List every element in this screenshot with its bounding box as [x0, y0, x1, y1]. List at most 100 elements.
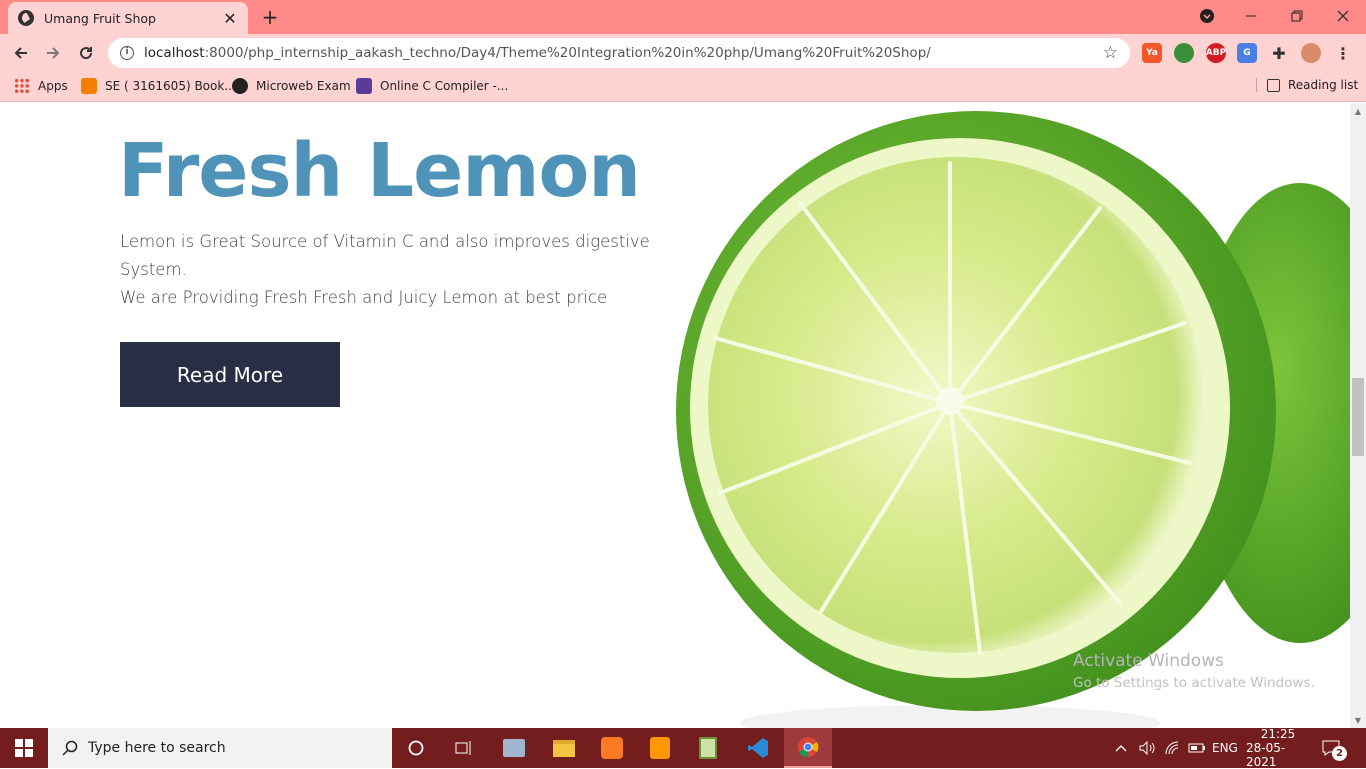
vscode-icon [748, 738, 768, 758]
bookmark-star-icon[interactable]: ☆ [1103, 43, 1118, 63]
start-button[interactable] [0, 728, 48, 768]
forward-arrow-icon [47, 47, 60, 59]
network-button[interactable] [1164, 728, 1180, 768]
chevron-down-icon [1200, 9, 1214, 23]
apps-grid-icon [14, 78, 30, 94]
cortana-button[interactable] [392, 728, 440, 768]
language-indicator[interactable]: ENG [1212, 728, 1238, 768]
vertical-scrollbar[interactable]: ▲ ▼ [1350, 103, 1366, 728]
blogger-icon [81, 78, 97, 94]
clock-time: 21:25 [1260, 727, 1296, 741]
taskbar-app-notes[interactable] [684, 728, 732, 768]
scrollbar-thumb[interactable] [1352, 378, 1364, 456]
taskbar-app-sublime[interactable] [636, 728, 684, 768]
tab-search-button[interactable] [1184, 0, 1230, 32]
reading-list-icon [1267, 78, 1280, 92]
bookmark-online-c-compiler[interactable]: Online C Compiler -... [356, 78, 508, 94]
bookmark-label: Online C Compiler -... [380, 79, 509, 93]
minimize-button[interactable] [1228, 0, 1274, 32]
extensions-puzzle-icon[interactable]: ✚ [1269, 43, 1289, 63]
back-button[interactable] [8, 40, 34, 66]
wifi-icon [1165, 741, 1179, 755]
menu-kebab-icon[interactable]: ⋮ [1333, 43, 1353, 63]
read-more-button[interactable]: Read More [120, 342, 340, 407]
bookmark-label: SE ( 3161605) Book... [105, 79, 236, 93]
page-content: Fresh Lemon Lemon is Great Source of Vit… [0, 103, 1350, 728]
taskbar-app-explorer[interactable] [540, 728, 588, 768]
lime-image [676, 111, 1350, 728]
clock[interactable]: 21:25 28-05-2021 [1246, 727, 1310, 769]
close-window-button[interactable] [1320, 0, 1366, 32]
battery-icon [1188, 743, 1205, 753]
activate-windows-subtitle: Go to Settings to activate Windows. [1073, 675, 1315, 691]
profile-avatar[interactable] [1301, 43, 1321, 63]
extension-ya-icon[interactable]: Ya [1142, 43, 1162, 63]
translate-icon[interactable]: G [1237, 43, 1257, 63]
close-tab-icon[interactable]: ✕ [222, 9, 238, 28]
restore-button[interactable] [1274, 0, 1320, 32]
back-arrow-icon [14, 47, 27, 59]
reading-list-button[interactable]: Reading list [1256, 78, 1358, 92]
site-info-icon[interactable]: i [120, 46, 134, 60]
url-path: :8000/php_internship_aakash_techno/Day4/… [204, 45, 931, 61]
scroll-up-arrow-icon[interactable]: ▲ [1350, 103, 1366, 119]
search-placeholder: Type here to search [88, 740, 226, 756]
folder-icon [553, 739, 575, 757]
chrome-icon [798, 737, 819, 758]
scroll-down-arrow-icon[interactable]: ▼ [1350, 712, 1366, 728]
address-bar[interactable]: i localhost:8000/php_internship_aakash_t… [108, 38, 1130, 68]
bookmark-label: Microweb Exam [256, 79, 351, 93]
taskbar-search-box[interactable]: Type here to search [48, 728, 392, 768]
activate-windows-watermark: Activate Windows Go to Settings to activ… [1073, 651, 1315, 691]
activate-windows-title: Activate Windows [1073, 651, 1224, 671]
extension-globe-icon[interactable] [1174, 43, 1194, 63]
globe-icon [18, 10, 34, 26]
task-view-button[interactable] [440, 728, 488, 768]
notification-badge: 2 [1332, 746, 1347, 761]
restore-icon [1291, 10, 1303, 22]
chevron-up-icon [1115, 745, 1127, 752]
forward-button[interactable] [40, 40, 66, 66]
taskbar-app-vscode[interactable] [734, 728, 782, 768]
task-view-icon [455, 741, 471, 755]
reload-icon [80, 47, 93, 60]
action-center-button[interactable]: 2 [1322, 728, 1347, 768]
lightning-icon [356, 78, 372, 94]
hero-description-line-1: Lemon is Great Source of Vitamin C and a… [120, 232, 650, 279]
url-text[interactable]: localhost:8000/php_internship_aakash_tec… [144, 45, 1103, 61]
tab-title: Umang Fruit Shop [44, 10, 156, 26]
close-icon [1337, 10, 1349, 22]
minimize-icon [1246, 15, 1256, 17]
notes-icon [699, 737, 717, 759]
sublime-icon [650, 737, 670, 759]
bookmarks-bar: Apps SE ( 3161605) Book... Microweb Exam… [0, 70, 1366, 102]
battery-button[interactable] [1188, 728, 1206, 768]
browser-toolbar: i localhost:8000/php_internship_aakash_t… [0, 34, 1366, 70]
search-icon [62, 740, 78, 756]
adblock-icon[interactable]: ABP [1206, 43, 1226, 63]
taskbar-app-remote[interactable] [490, 728, 538, 768]
windows-logo-icon [15, 739, 33, 757]
bookmark-se-book[interactable]: SE ( 3161605) Book... [81, 78, 236, 94]
xampp-icon [601, 737, 623, 759]
reload-button[interactable] [73, 40, 99, 66]
tab-strip: Umang Fruit Shop ✕ + [0, 0, 1366, 34]
reading-list-label: Reading list [1288, 78, 1359, 92]
bookmark-microweb-exam[interactable]: Microweb Exam [232, 78, 351, 94]
hero-description-line-2: We are Providing Fresh Fresh and Juicy L… [120, 288, 608, 307]
taskbar-app-xampp[interactable] [588, 728, 636, 768]
tab-umang-fruit-shop[interactable]: Umang Fruit Shop ✕ [8, 2, 248, 34]
remote-desktop-icon [503, 739, 525, 757]
windows-taskbar: Type here to search ENG 21:25 28-05-2021… [0, 727, 1366, 769]
hero-title: Fresh Lemon [118, 128, 641, 214]
show-hidden-icons-button[interactable] [1114, 728, 1128, 768]
clock-date: 28-05-2021 [1246, 741, 1286, 769]
hero-description: Lemon is Great Source of Vitamin C and a… [120, 228, 680, 312]
url-host: localhost [144, 45, 205, 61]
new-tab-button[interactable]: + [258, 6, 282, 30]
speaker-icon [1139, 740, 1155, 756]
bookmark-label: Apps [38, 79, 68, 93]
volume-button[interactable] [1138, 728, 1156, 768]
taskbar-app-chrome[interactable] [784, 728, 832, 768]
bookmark-apps[interactable]: Apps [14, 78, 68, 94]
